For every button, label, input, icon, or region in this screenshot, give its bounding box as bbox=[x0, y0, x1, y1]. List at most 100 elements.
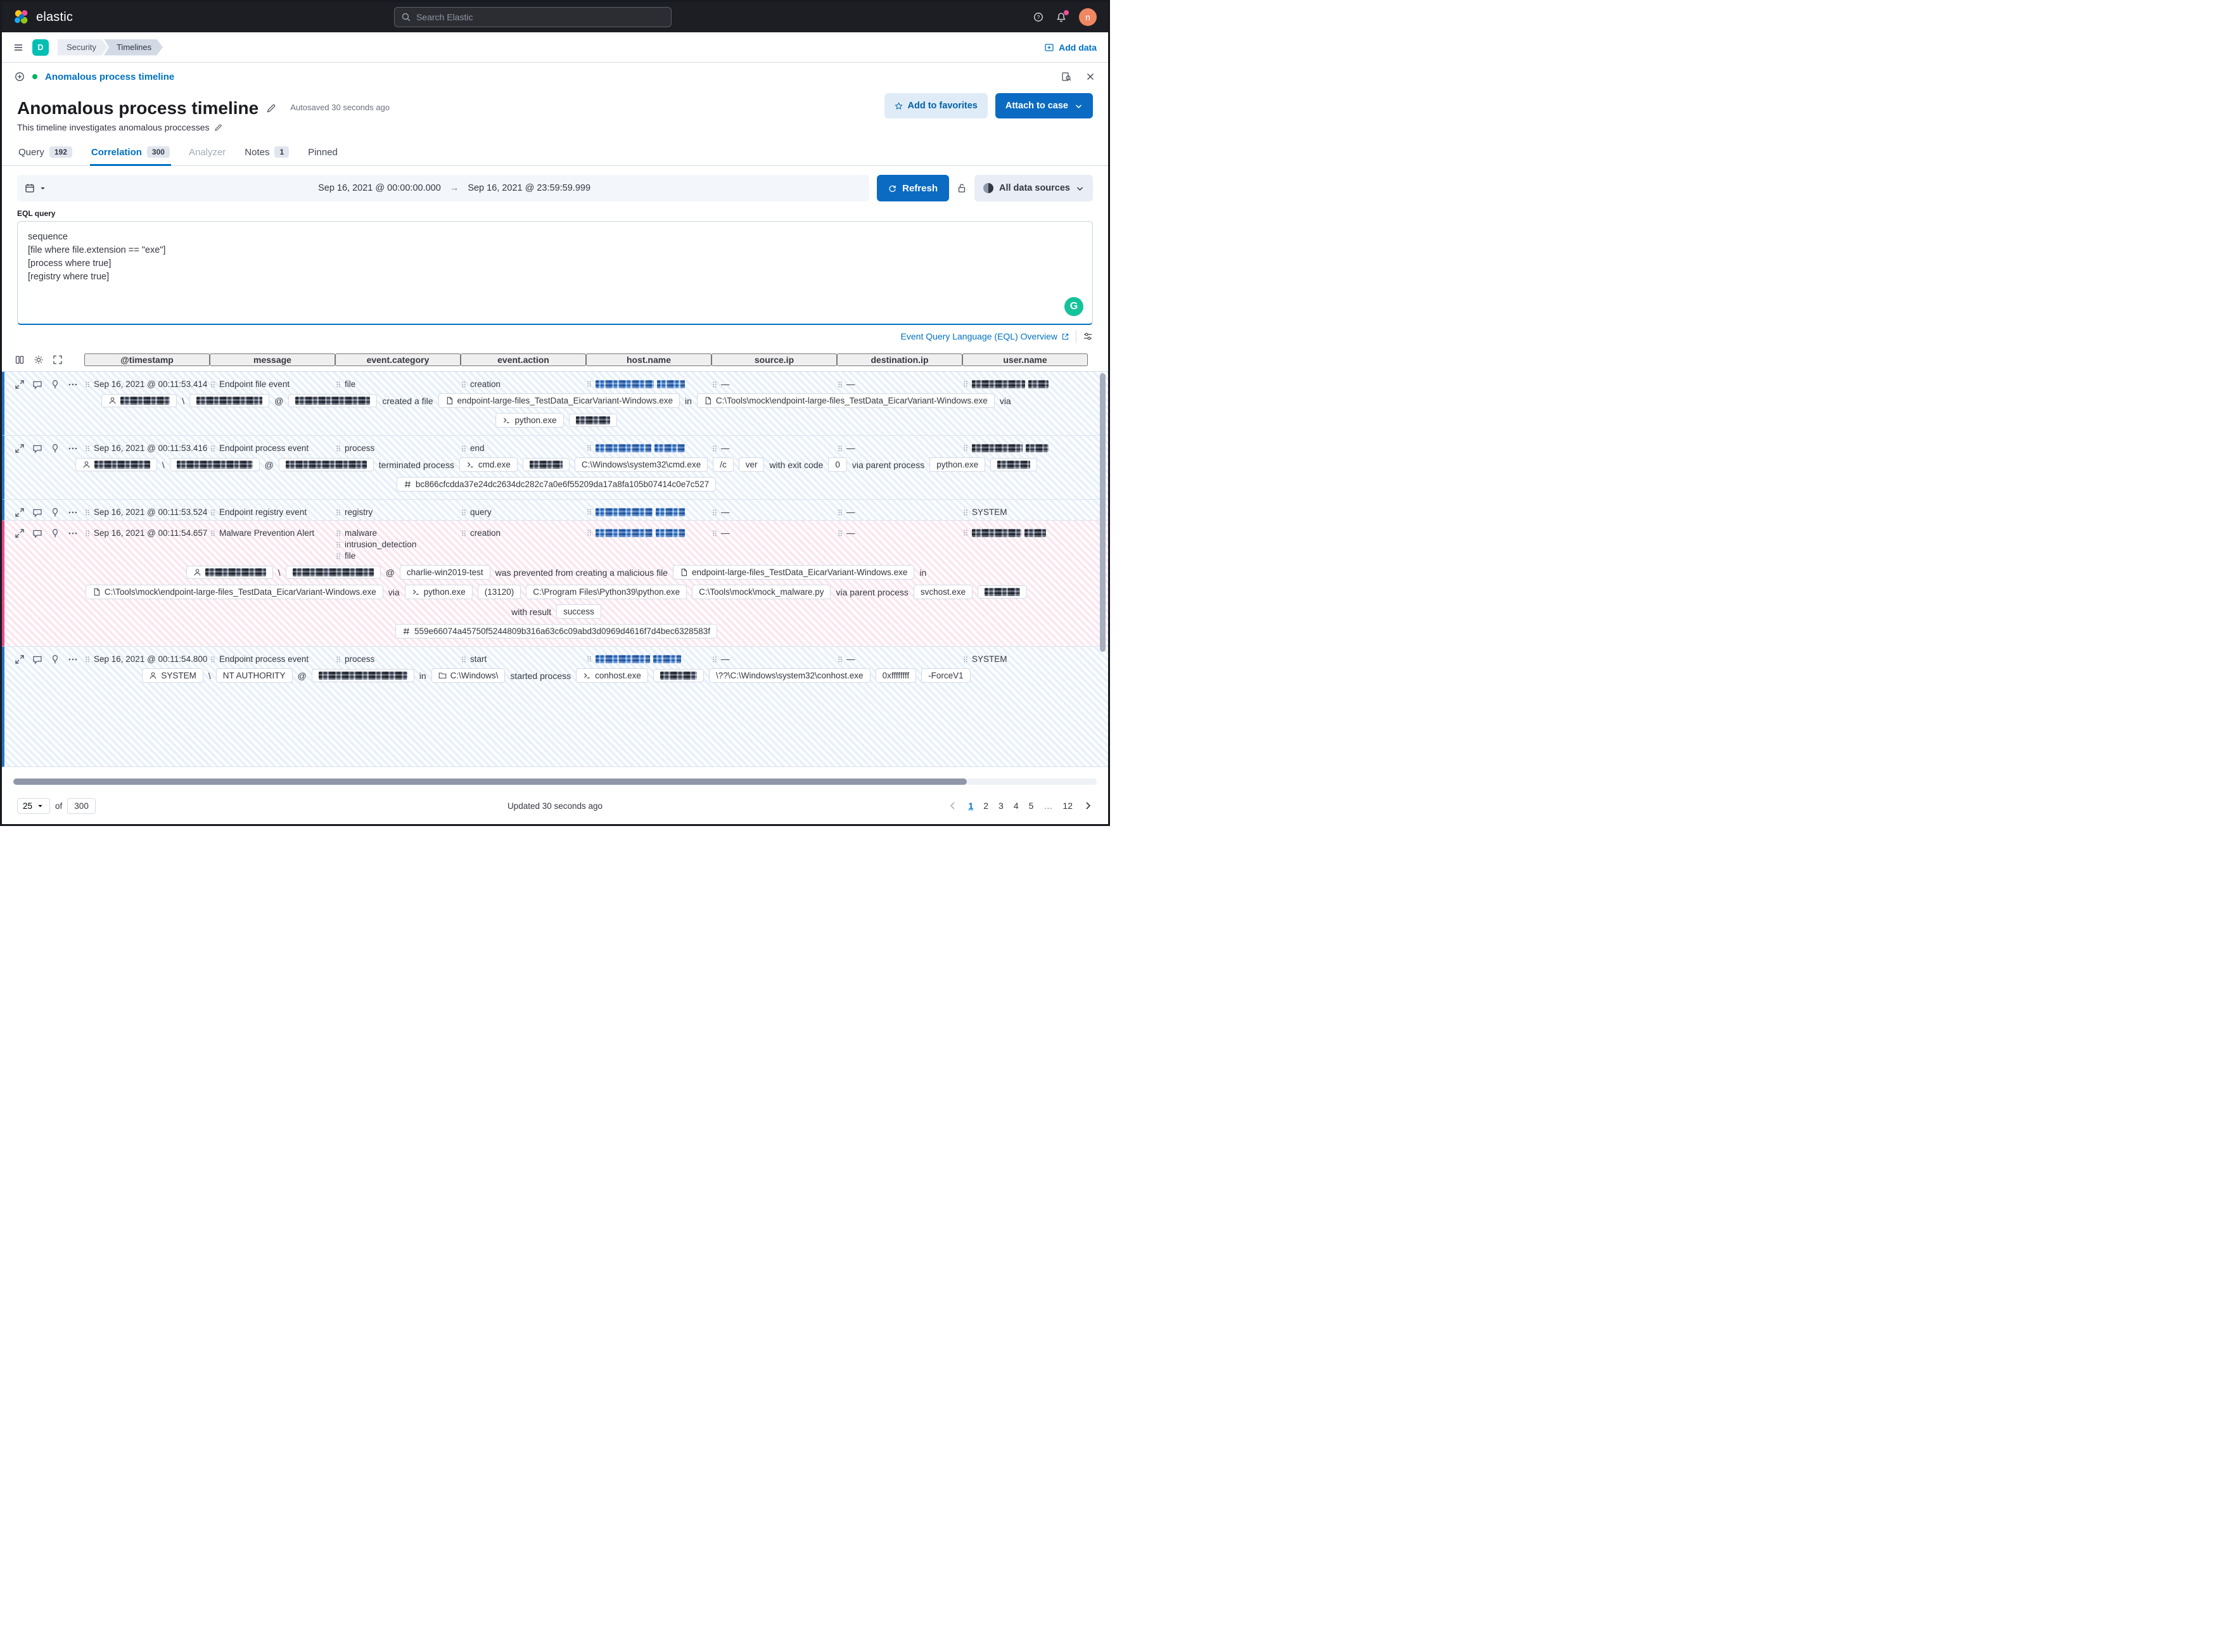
cell-timestamp[interactable]: Sep 16, 2021 @ 00:11:53.414 bbox=[84, 379, 210, 391]
expand-event-button[interactable] bbox=[15, 379, 25, 390]
cell-message[interactable]: Endpoint process event bbox=[210, 443, 335, 455]
cell-source[interactable]: — bbox=[711, 443, 837, 455]
edit-description-button[interactable] bbox=[214, 124, 222, 132]
event-badge[interactable]: SYSTEM bbox=[142, 668, 203, 683]
pin-event-button[interactable] bbox=[50, 507, 60, 518]
cell-timestamp[interactable]: Sep 16, 2021 @ 00:11:54.800 bbox=[84, 654, 210, 666]
vertical-scrollbar[interactable] bbox=[1100, 373, 1106, 780]
cell-user[interactable] bbox=[962, 528, 1088, 539]
add-note-button[interactable] bbox=[32, 654, 42, 664]
event-badge[interactable]: ver bbox=[738, 457, 765, 472]
table-settings-button[interactable] bbox=[34, 355, 44, 365]
cell-message[interactable]: Endpoint file event bbox=[210, 379, 335, 391]
eql-overview-link[interactable]: Event Query Language (EQL) Overview bbox=[901, 331, 1069, 341]
settings-sliders-button[interactable] bbox=[1083, 331, 1093, 341]
scrollbar-thumb[interactable] bbox=[1100, 373, 1106, 652]
user-avatar[interactable]: n bbox=[1079, 8, 1097, 26]
event-badge[interactable]: 0xffffffff bbox=[875, 668, 917, 683]
close-timeline-button[interactable] bbox=[1085, 72, 1095, 82]
event-badge[interactable]: (13120) bbox=[477, 585, 521, 599]
add-note-button[interactable] bbox=[32, 379, 42, 390]
more-actions-button[interactable] bbox=[68, 507, 78, 518]
cell-timestamp[interactable]: Sep 16, 2021 @ 00:11:53.416 bbox=[84, 443, 210, 455]
event-badge[interactable] bbox=[169, 458, 260, 471]
event-badge[interactable]: python.exe bbox=[929, 457, 986, 472]
event-badge[interactable]: C:\Windows\ bbox=[431, 668, 506, 683]
event-badge[interactable]: svchost.exe bbox=[913, 585, 973, 599]
expand-event-button[interactable] bbox=[15, 528, 25, 538]
page-button-3[interactable]: 3 bbox=[998, 801, 1004, 811]
expand-event-button[interactable] bbox=[15, 654, 25, 664]
horizontal-scrollbar[interactable] bbox=[13, 778, 1097, 785]
cell-category[interactable]: malware intrusion_detection file bbox=[335, 528, 461, 562]
pin-event-button[interactable] bbox=[50, 443, 60, 454]
page-button-5[interactable]: 5 bbox=[1029, 801, 1034, 811]
event-badge[interactable]: success bbox=[556, 604, 601, 619]
cell-user[interactable]: SYSTEM bbox=[962, 654, 1088, 666]
cell-host[interactable] bbox=[586, 379, 711, 390]
event-badge[interactable]: bc866cfcdda37e24dc2634dc282c7a0e6f55209d… bbox=[396, 477, 717, 492]
elastic-logo[interactable]: elastic bbox=[13, 9, 73, 25]
event-badge[interactable]: python.exe bbox=[404, 585, 473, 599]
cell-action[interactable]: creation bbox=[461, 379, 586, 391]
column-header-timestamp[interactable]: @timestamp bbox=[84, 353, 210, 366]
event-badge[interactable]: NT AUTHORITY bbox=[215, 668, 293, 683]
cell-message[interactable]: Endpoint process event bbox=[210, 654, 335, 666]
event-badge[interactable]: C:\Tools\mock\endpoint-large-files_TestD… bbox=[696, 393, 995, 408]
page-button-2[interactable]: 2 bbox=[983, 801, 988, 811]
event-badge[interactable]: /c bbox=[713, 457, 734, 472]
start-date[interactable]: Sep 16, 2021 @ 00:00:00.000 bbox=[318, 183, 441, 193]
cell-category[interactable]: process bbox=[335, 654, 461, 666]
rows-per-page-select[interactable]: 25 bbox=[17, 797, 51, 814]
pin-event-button[interactable] bbox=[50, 379, 60, 390]
event-badge[interactable]: cmd.exe bbox=[459, 457, 518, 472]
columns-button[interactable] bbox=[15, 355, 25, 365]
menu-button[interactable] bbox=[13, 42, 23, 53]
cell-source[interactable]: — bbox=[711, 528, 837, 540]
cell-user[interactable] bbox=[962, 379, 1088, 390]
breadcrumb-security[interactable]: Security bbox=[58, 39, 108, 56]
fullscreen-button[interactable] bbox=[53, 355, 63, 365]
cell-dest[interactable]: — bbox=[837, 507, 962, 519]
eql-editor[interactable]: sequence [file where file.extension == "… bbox=[17, 221, 1093, 325]
pin-event-button[interactable] bbox=[50, 654, 60, 664]
add-note-button[interactable] bbox=[32, 528, 42, 538]
cell-dest[interactable]: — bbox=[837, 379, 962, 391]
eql-query-text[interactable]: sequence [file where file.extension == "… bbox=[28, 231, 1030, 315]
previous-page-button[interactable] bbox=[948, 801, 958, 811]
cell-dest[interactable]: — bbox=[837, 654, 962, 666]
page-button-4[interactable]: 4 bbox=[1014, 801, 1019, 811]
cell-category[interactable]: file bbox=[335, 379, 461, 391]
column-header-message[interactable]: message bbox=[210, 353, 335, 366]
pin-event-button[interactable] bbox=[50, 528, 60, 538]
end-date[interactable]: Sep 16, 2021 @ 23:59:59.999 bbox=[468, 183, 590, 193]
event-badge[interactable] bbox=[75, 458, 157, 471]
cell-action[interactable]: start bbox=[461, 654, 586, 666]
page-button-1[interactable]: 1 bbox=[968, 801, 973, 811]
tab-notes[interactable]: Notes 1 bbox=[237, 140, 297, 165]
cell-source[interactable]: — bbox=[711, 379, 837, 391]
event-badge[interactable]: C:\Program Files\Python39\python.exe bbox=[526, 585, 687, 599]
cell-action[interactable]: query bbox=[461, 507, 586, 519]
breadcrumb-timelines[interactable]: Timelines bbox=[104, 39, 163, 56]
cell-message[interactable]: Endpoint registry event bbox=[210, 507, 335, 519]
more-actions-button[interactable] bbox=[68, 379, 78, 390]
add-data-button[interactable]: Add data bbox=[1044, 42, 1097, 53]
cell-action[interactable]: creation bbox=[461, 528, 586, 540]
event-badge[interactable]: conhost.exe bbox=[576, 668, 648, 683]
event-badge[interactable]: -ForceV1 bbox=[921, 668, 971, 683]
edit-title-button[interactable] bbox=[266, 103, 276, 113]
data-sources-button[interactable]: All data sources bbox=[974, 175, 1093, 201]
global-search[interactable] bbox=[393, 7, 672, 27]
tab-pinned[interactable]: Pinned bbox=[300, 140, 345, 165]
attach-to-case-button[interactable]: Attach to case bbox=[995, 93, 1093, 118]
cell-dest[interactable]: — bbox=[837, 528, 962, 540]
lock-date-range-button[interactable] bbox=[957, 183, 967, 193]
event-badge[interactable] bbox=[653, 669, 704, 682]
cell-user[interactable]: SYSTEM bbox=[962, 507, 1088, 519]
cell-source[interactable]: — bbox=[711, 507, 837, 519]
help-button[interactable]: ? bbox=[1033, 12, 1043, 22]
more-actions-button[interactable] bbox=[68, 528, 78, 538]
new-timeline-button[interactable] bbox=[15, 72, 25, 82]
timeline-title-link[interactable]: Anomalous process timeline bbox=[45, 72, 174, 82]
